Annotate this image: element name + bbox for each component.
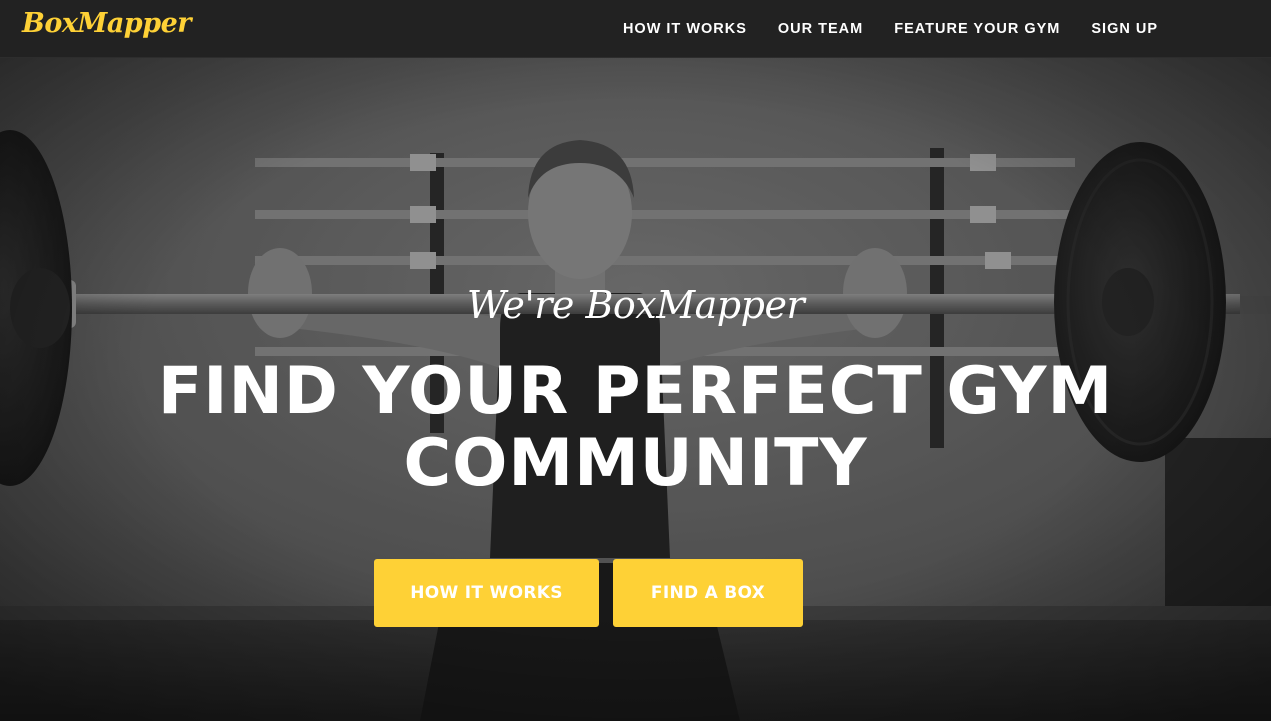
nav-link-feature-your-gym[interactable]: FEATURE YOUR GYM	[894, 21, 1060, 37]
top-navbar: BoxMapper HOW IT WORKS OUR TEAM FEATURE …	[0, 0, 1271, 58]
hero-section: We're BoxMapper FIND YOUR PERFECT GYM CO…	[0, 58, 1271, 721]
how-it-works-button[interactable]: HOW IT WORKS	[374, 559, 599, 627]
find-a-box-button[interactable]: FIND A BOX	[613, 559, 803, 627]
nav-links: HOW IT WORKS OUR TEAM FEATURE YOUR GYM S…	[592, 0, 1158, 58]
hero-content: We're BoxMapper FIND YOUR PERFECT GYM CO…	[0, 58, 1271, 721]
hero-lead-in: We're BoxMapper	[466, 283, 805, 327]
hero-heading: FIND YOUR PERFECT GYM COMMUNITY	[157, 354, 1114, 501]
brand-logo[interactable]: BoxMapper	[22, 8, 191, 39]
nav-link-our-team[interactable]: OUR TEAM	[778, 21, 863, 37]
nav-link-how-it-works[interactable]: HOW IT WORKS	[623, 21, 747, 37]
nav-link-sign-up[interactable]: SIGN UP	[1091, 21, 1158, 37]
